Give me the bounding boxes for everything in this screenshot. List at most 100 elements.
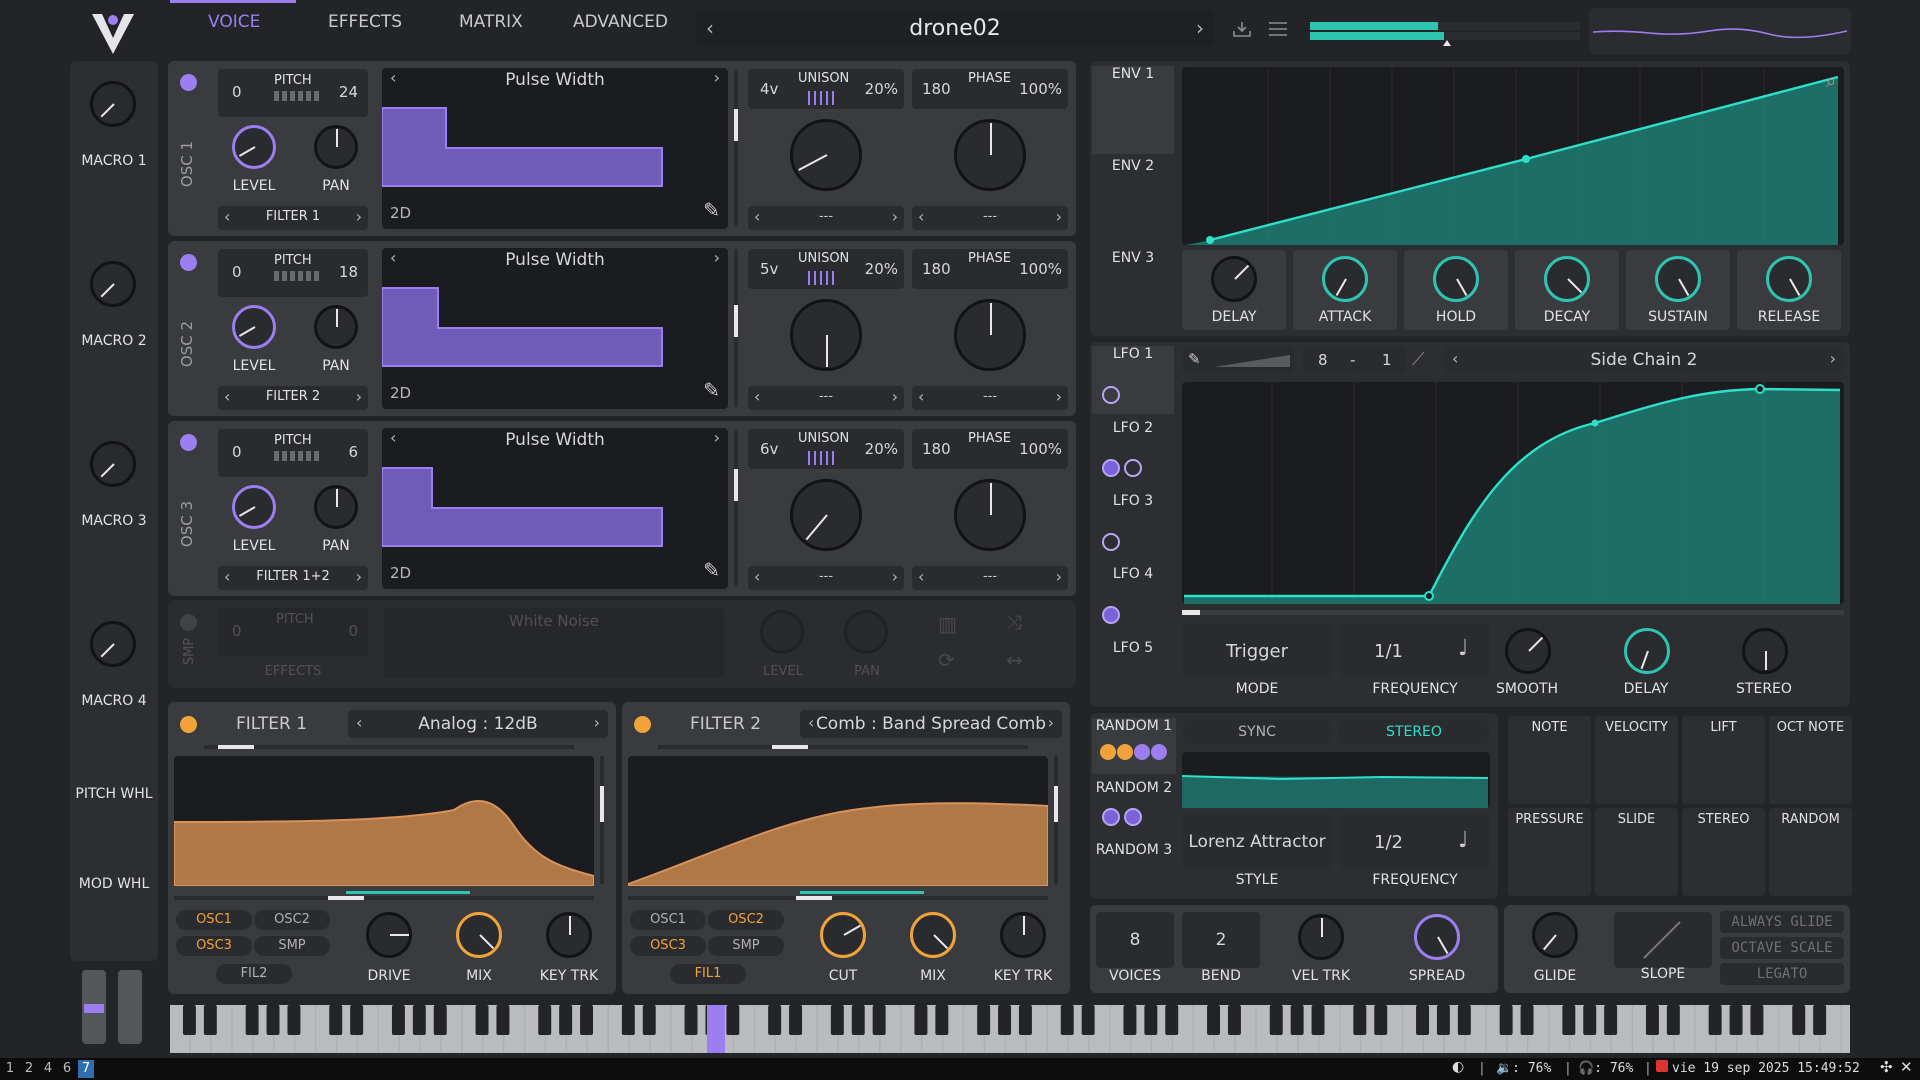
- osc-2-phase-selector[interactable]: ‹ --- ›: [912, 386, 1068, 410]
- lfo-curve-icon[interactable]: ⟋: [1412, 349, 1425, 370]
- osc-3-phase-knob[interactable]: [954, 479, 1026, 551]
- filter-2-response-graph[interactable]: [627, 756, 1049, 887]
- osc-2-route-selector[interactable]: ‹ FILTER 2 ›: [218, 386, 368, 410]
- sampler-level-knob[interactable]: [760, 610, 804, 654]
- workspace-2[interactable]: 2: [21, 1060, 37, 1078]
- lfo-smooth-knob[interactable]: [1505, 628, 1551, 674]
- tab-lfo-2[interactable]: LFO 2: [1092, 420, 1174, 436]
- filter-2-power-button[interactable]: [634, 716, 651, 733]
- filter-2-source-osc2[interactable]: OSC2: [708, 910, 784, 930]
- tab-env-3[interactable]: ENV 3: [1092, 250, 1174, 266]
- osc-1-position-slider[interactable]: [734, 69, 738, 227]
- filter-2-source-other[interactable]: FIL1: [670, 964, 746, 984]
- filter-1-source-osc1[interactable]: OSC1: [176, 910, 252, 930]
- tab-voice[interactable]: VOICE: [208, 12, 260, 32]
- osc-1-route-next-icon[interactable]: ›: [356, 207, 362, 226]
- filter-1-response-graph[interactable]: [173, 756, 595, 887]
- filter-2-blend-slider[interactable]: [658, 745, 1028, 749]
- filter-2-model-selector[interactable]: ‹ Comb : Band Spread Comb ›: [800, 710, 1062, 738]
- tab-advanced[interactable]: ADVANCED: [573, 12, 668, 32]
- filter-1-source-other[interactable]: FIL2: [216, 964, 292, 984]
- osc-3-phase-next-icon[interactable]: ›: [1056, 567, 1062, 586]
- osc-2-level-knob[interactable]: [232, 305, 276, 349]
- workspace-1[interactable]: 1: [2, 1060, 18, 1078]
- random-style-box[interactable]: Lorenz Attractor: [1182, 814, 1332, 870]
- osc-2-position-handle[interactable]: [734, 305, 738, 337]
- filter-2-model-next-icon[interactable]: ›: [1048, 713, 1054, 732]
- sampler-route[interactable]: EFFECTS: [218, 664, 368, 679]
- osc-1-route-selector[interactable]: ‹ FILTER 1 ›: [218, 206, 368, 230]
- filter-2-source-smp[interactable]: SMP: [708, 936, 784, 956]
- bend-box[interactable]: 2: [1182, 912, 1260, 968]
- osc-2-unison-knob[interactable]: [790, 299, 862, 371]
- lfo-shape-next-icon[interactable]: ›: [1830, 349, 1836, 368]
- night-mode-icon[interactable]: ◐: [1452, 1059, 1464, 1075]
- filter-1-cutoff-handle[interactable]: [328, 896, 364, 900]
- macro-1-knob[interactable]: [90, 81, 136, 127]
- osc-3-route-next-icon[interactable]: ›: [356, 567, 362, 586]
- osc-3-route-selector[interactable]: ‹ FILTER 1+2 ›: [218, 566, 368, 590]
- random-sync-button[interactable]: SYNC: [1182, 720, 1332, 744]
- legato-toggle[interactable]: LEGATO: [1720, 963, 1844, 985]
- tray-icon-2[interactable]: ✕: [1900, 1058, 1913, 1076]
- osc-1-level-knob[interactable]: [232, 125, 276, 169]
- filter-2-source-osc3[interactable]: OSC3: [630, 936, 706, 956]
- lfo-frequency-box[interactable]: 1/1 ♩: [1340, 624, 1490, 676]
- lfo-3-mod-icon[interactable]: [1102, 533, 1120, 551]
- lfo-4-mod-icon[interactable]: [1102, 606, 1120, 624]
- filter-2-resonance-handle[interactable]: [1054, 786, 1058, 822]
- filter-2-key-trk-knob[interactable]: [1000, 912, 1046, 958]
- tab-matrix[interactable]: MATRIX: [459, 12, 523, 32]
- osc-1-view-mode[interactable]: 2D: [390, 204, 411, 222]
- filter-1-mix-knob[interactable]: [456, 912, 502, 958]
- filter-2-mix-knob[interactable]: [910, 912, 956, 958]
- osc-2-phase-next-icon[interactable]: ›: [1056, 387, 1062, 406]
- workspace-7[interactable]: 7: [78, 1060, 94, 1078]
- osc-1-phase-knob[interactable]: [954, 119, 1026, 191]
- lfo-1-mod-icon[interactable]: [1102, 386, 1120, 404]
- osc-1-position-handle[interactable]: [734, 109, 738, 141]
- lfo-2-mod-icon[interactable]: [1102, 459, 1120, 477]
- macro-4-knob[interactable]: [90, 621, 136, 667]
- tab-lfo-1[interactable]: LFO 1: [1092, 346, 1174, 414]
- osc-3-phase-selector[interactable]: ‹ --- ›: [912, 566, 1068, 590]
- sampler-power-button[interactable]: [180, 614, 197, 631]
- osc-3-unison-selector[interactable]: ‹ --- ›: [748, 566, 904, 590]
- tray-icon-1[interactable]: ✣: [1880, 1058, 1893, 1076]
- osc-3-position-handle[interactable]: [734, 469, 738, 501]
- osc-3-unison-next-icon[interactable]: ›: [892, 567, 898, 586]
- lfo-shape-selector[interactable]: ‹ Side Chain 2 ›: [1444, 347, 1844, 373]
- env-sustain-knob[interactable]: [1655, 256, 1701, 302]
- lfo-2-mod-icon-b[interactable]: [1124, 459, 1142, 477]
- filter-1-source-osc2[interactable]: OSC2: [254, 910, 330, 930]
- osc-3-wavetable[interactable]: ‹ Pulse Width › 2D ✎: [382, 428, 728, 589]
- tab-random-3[interactable]: RANDOM 3: [1092, 842, 1176, 858]
- osc-1-power-button[interactable]: [180, 74, 197, 91]
- tab-env-1[interactable]: ENV 1: [1092, 66, 1174, 154]
- sampler-bounce-icon[interactable]: ↔: [1006, 648, 1023, 672]
- tab-lfo-3[interactable]: LFO 3: [1092, 493, 1174, 509]
- osc-3-view-mode[interactable]: 2D: [390, 564, 411, 582]
- filter-1-resonance-handle[interactable]: [600, 786, 604, 822]
- osc-2-edit-icon[interactable]: ✎: [703, 378, 720, 402]
- preset-selector[interactable]: ‹ drone02 ›: [696, 11, 1214, 47]
- lfo-paint-button[interactable]: ✎: [1182, 347, 1294, 373]
- filter-1-drive-knob[interactable]: [366, 912, 412, 958]
- osc-3-pan-knob[interactable]: [314, 485, 358, 529]
- osc-3-level-knob[interactable]: [232, 485, 276, 529]
- lfo-phase-bar[interactable]: [1182, 610, 1844, 615]
- keyboard[interactable]: [170, 1005, 1862, 1053]
- sampler-sample-box[interactable]: White Noise: [384, 608, 724, 678]
- slope-box[interactable]: [1614, 912, 1712, 968]
- macro-2-knob[interactable]: [90, 261, 136, 307]
- filter-1-model-selector[interactable]: ‹ Analog : 12dB ›: [348, 710, 608, 738]
- note-icon[interactable]: ♩: [1458, 636, 1468, 661]
- osc-3-position-slider[interactable]: [734, 429, 738, 587]
- lfo-graph[interactable]: [1182, 382, 1844, 604]
- pitch-wheel[interactable]: [82, 970, 106, 1044]
- random-note-icon[interactable]: ♩: [1458, 828, 1468, 853]
- filter-1-cutoff-slider[interactable]: [174, 896, 594, 900]
- sampler-pan-knob[interactable]: [844, 610, 888, 654]
- tab-effects[interactable]: EFFECTS: [328, 12, 402, 32]
- osc-2-unison-box[interactable]: 5v UNISON 20%: [748, 249, 904, 289]
